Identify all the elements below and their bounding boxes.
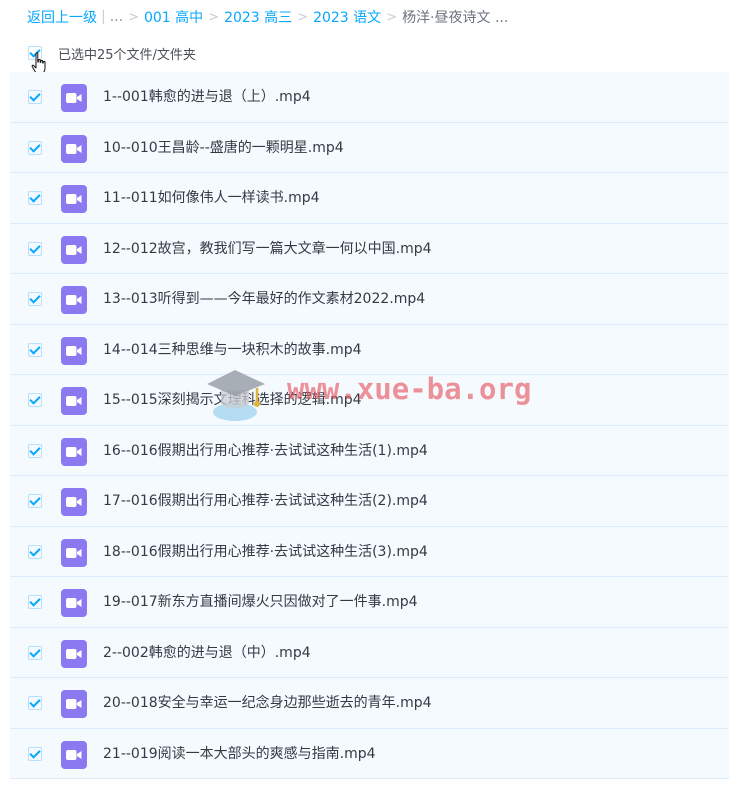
video-file-icon	[61, 134, 87, 163]
video-camera-icon	[66, 345, 82, 356]
video-file-icon	[61, 235, 87, 264]
file-name: 12--012故宫，教我们写一篇大文章一何以中国.mp4	[103, 240, 432, 257]
breadcrumb: 返回上一级 | ... > 001 高中 > 2023 高三 > 2023 语文…	[27, 6, 508, 28]
file-row[interactable]: 1--001韩愈的进与退（上）.mp4	[10, 72, 729, 123]
breadcrumb-ellipsis[interactable]: ...	[110, 9, 123, 25]
file-row[interactable]: 18--016假期出行用心推荐·去试试这种生活(3).mp4	[10, 526, 729, 577]
file-name: 17--016假期出行用心推荐·去试试这种生活(2).mp4	[103, 493, 428, 509]
chevron-right-icon: >	[128, 9, 139, 25]
file-list: 1--001韩愈的进与退（上）.mp4 10--010王昌龄--盛唐的一颗明星.…	[10, 72, 729, 779]
file-row[interactable]: 12--012故宫，教我们写一篇大文章一何以中国.mp4	[10, 223, 729, 274]
file-row[interactable]: 16--016假期出行用心推荐·去试试这种生活(1).mp4	[10, 425, 729, 476]
file-row[interactable]: 2--002韩愈的进与退（中）.mp4	[10, 627, 729, 678]
select-all-bar: 已选中25个文件/文件夹	[28, 43, 196, 63]
row-checkbox[interactable]	[28, 746, 42, 761]
video-file-icon	[61, 589, 87, 617]
row-checkbox[interactable]	[28, 90, 42, 104]
file-name: 1--001韩愈的进与退（上）.mp4	[103, 89, 311, 105]
file-name: 2--002韩愈的进与退（中）.mp4	[103, 644, 311, 661]
video-file-icon	[61, 538, 87, 567]
video-file-icon	[61, 185, 87, 213]
file-name: 15--015深刻揭示文理科选择的逻辑.mp4	[103, 392, 362, 408]
file-name: 13--013听得到——今年最好的作文素材2022.mp4	[103, 291, 426, 307]
row-checkbox[interactable]	[28, 443, 42, 458]
video-file-icon	[61, 387, 87, 415]
breadcrumb-divider: |	[101, 9, 106, 25]
video-file-icon	[61, 437, 87, 466]
row-checkbox[interactable]	[28, 241, 42, 256]
row-checkbox[interactable]	[28, 292, 42, 306]
file-row[interactable]: 10--010王昌龄--盛唐的一颗明星.mp4	[10, 122, 729, 173]
video-camera-icon	[66, 143, 82, 154]
video-file-icon	[61, 286, 87, 314]
row-checkbox[interactable]	[28, 645, 42, 660]
file-name: 19--017新东方直播间爆火只因做对了一件事.mp4	[103, 594, 418, 610]
video-camera-icon	[66, 497, 82, 507]
row-checkbox[interactable]	[28, 191, 42, 205]
file-row[interactable]: 21--019阅读一本大部头的爽感与指南.mp4	[10, 728, 729, 779]
chevron-right-icon: >	[208, 9, 220, 25]
video-camera-icon	[66, 699, 82, 709]
file-row[interactable]: 20--018安全与幸运一纪念身边那些逝去的青年.mp4	[10, 678, 729, 729]
file-name: 18--016假期出行用心推荐·去试试这种生活(3).mp4	[103, 543, 428, 560]
video-file-icon	[61, 336, 87, 365]
file-name: 14--014三种思维与一块积木的故事.mp4	[103, 341, 362, 358]
file-row[interactable]: 14--014三种思维与一块积木的故事.mp4	[10, 324, 729, 375]
video-camera-icon	[66, 396, 82, 406]
video-camera-icon	[66, 547, 82, 558]
video-file-icon	[61, 740, 87, 769]
chevron-right-icon: >	[297, 9, 309, 25]
video-file-icon	[61, 690, 87, 718]
breadcrumb-current: 杨洋·昼夜诗文 ...	[402, 10, 509, 26]
video-camera-icon	[66, 295, 82, 305]
file-row[interactable]: 19--017新东方直播间爆火只因做对了一件事.mp4	[10, 577, 729, 628]
breadcrumb-item-2023-chinese[interactable]: 2023 语文	[313, 7, 381, 27]
chevron-right-icon: >	[386, 9, 398, 25]
video-camera-icon	[66, 93, 82, 103]
row-checkbox[interactable]	[28, 140, 42, 155]
file-name: 10--010王昌龄--盛唐的一颗明星.mp4	[103, 139, 344, 156]
selection-count-label: 已选中25个文件/文件夹	[58, 47, 196, 63]
video-camera-icon	[66, 648, 82, 659]
row-checkbox[interactable]	[28, 544, 42, 559]
video-file-icon	[61, 639, 87, 668]
video-file-icon	[61, 488, 87, 516]
video-camera-icon	[66, 598, 82, 608]
row-checkbox[interactable]	[28, 342, 42, 357]
back-link[interactable]: 返回上一级	[27, 7, 97, 27]
file-name: 11--011如何像伟人一样读书.mp4	[103, 190, 320, 206]
file-row[interactable]: 13--013听得到——今年最好的作文素材2022.mp4	[10, 274, 729, 325]
video-camera-icon	[66, 194, 82, 204]
row-checkbox[interactable]	[28, 393, 42, 407]
file-name: 16--016假期出行用心推荐·去试试这种生活(1).mp4	[103, 442, 428, 459]
file-row[interactable]: 11--011如何像伟人一样读书.mp4	[10, 173, 729, 224]
file-row[interactable]: 17--016假期出行用心推荐·去试试这种生活(2).mp4	[10, 476, 729, 527]
video-camera-icon	[66, 446, 82, 457]
file-name: 21--019阅读一本大部头的爽感与指南.mp4	[103, 745, 376, 762]
video-camera-icon	[66, 244, 82, 255]
file-name: 20--018安全与幸运一纪念身边那些逝去的青年.mp4	[103, 695, 432, 711]
breadcrumb-item-2023-senior[interactable]: 2023 高三	[224, 7, 292, 27]
row-checkbox[interactable]	[28, 595, 42, 609]
breadcrumb-item-001[interactable]: 001 高中	[144, 7, 203, 27]
row-checkbox[interactable]	[28, 494, 42, 508]
video-file-icon	[61, 84, 87, 112]
video-camera-icon	[66, 749, 82, 760]
file-row[interactable]: 15--015深刻揭示文理科选择的逻辑.mp4	[10, 375, 729, 426]
row-checkbox[interactable]	[28, 696, 42, 710]
